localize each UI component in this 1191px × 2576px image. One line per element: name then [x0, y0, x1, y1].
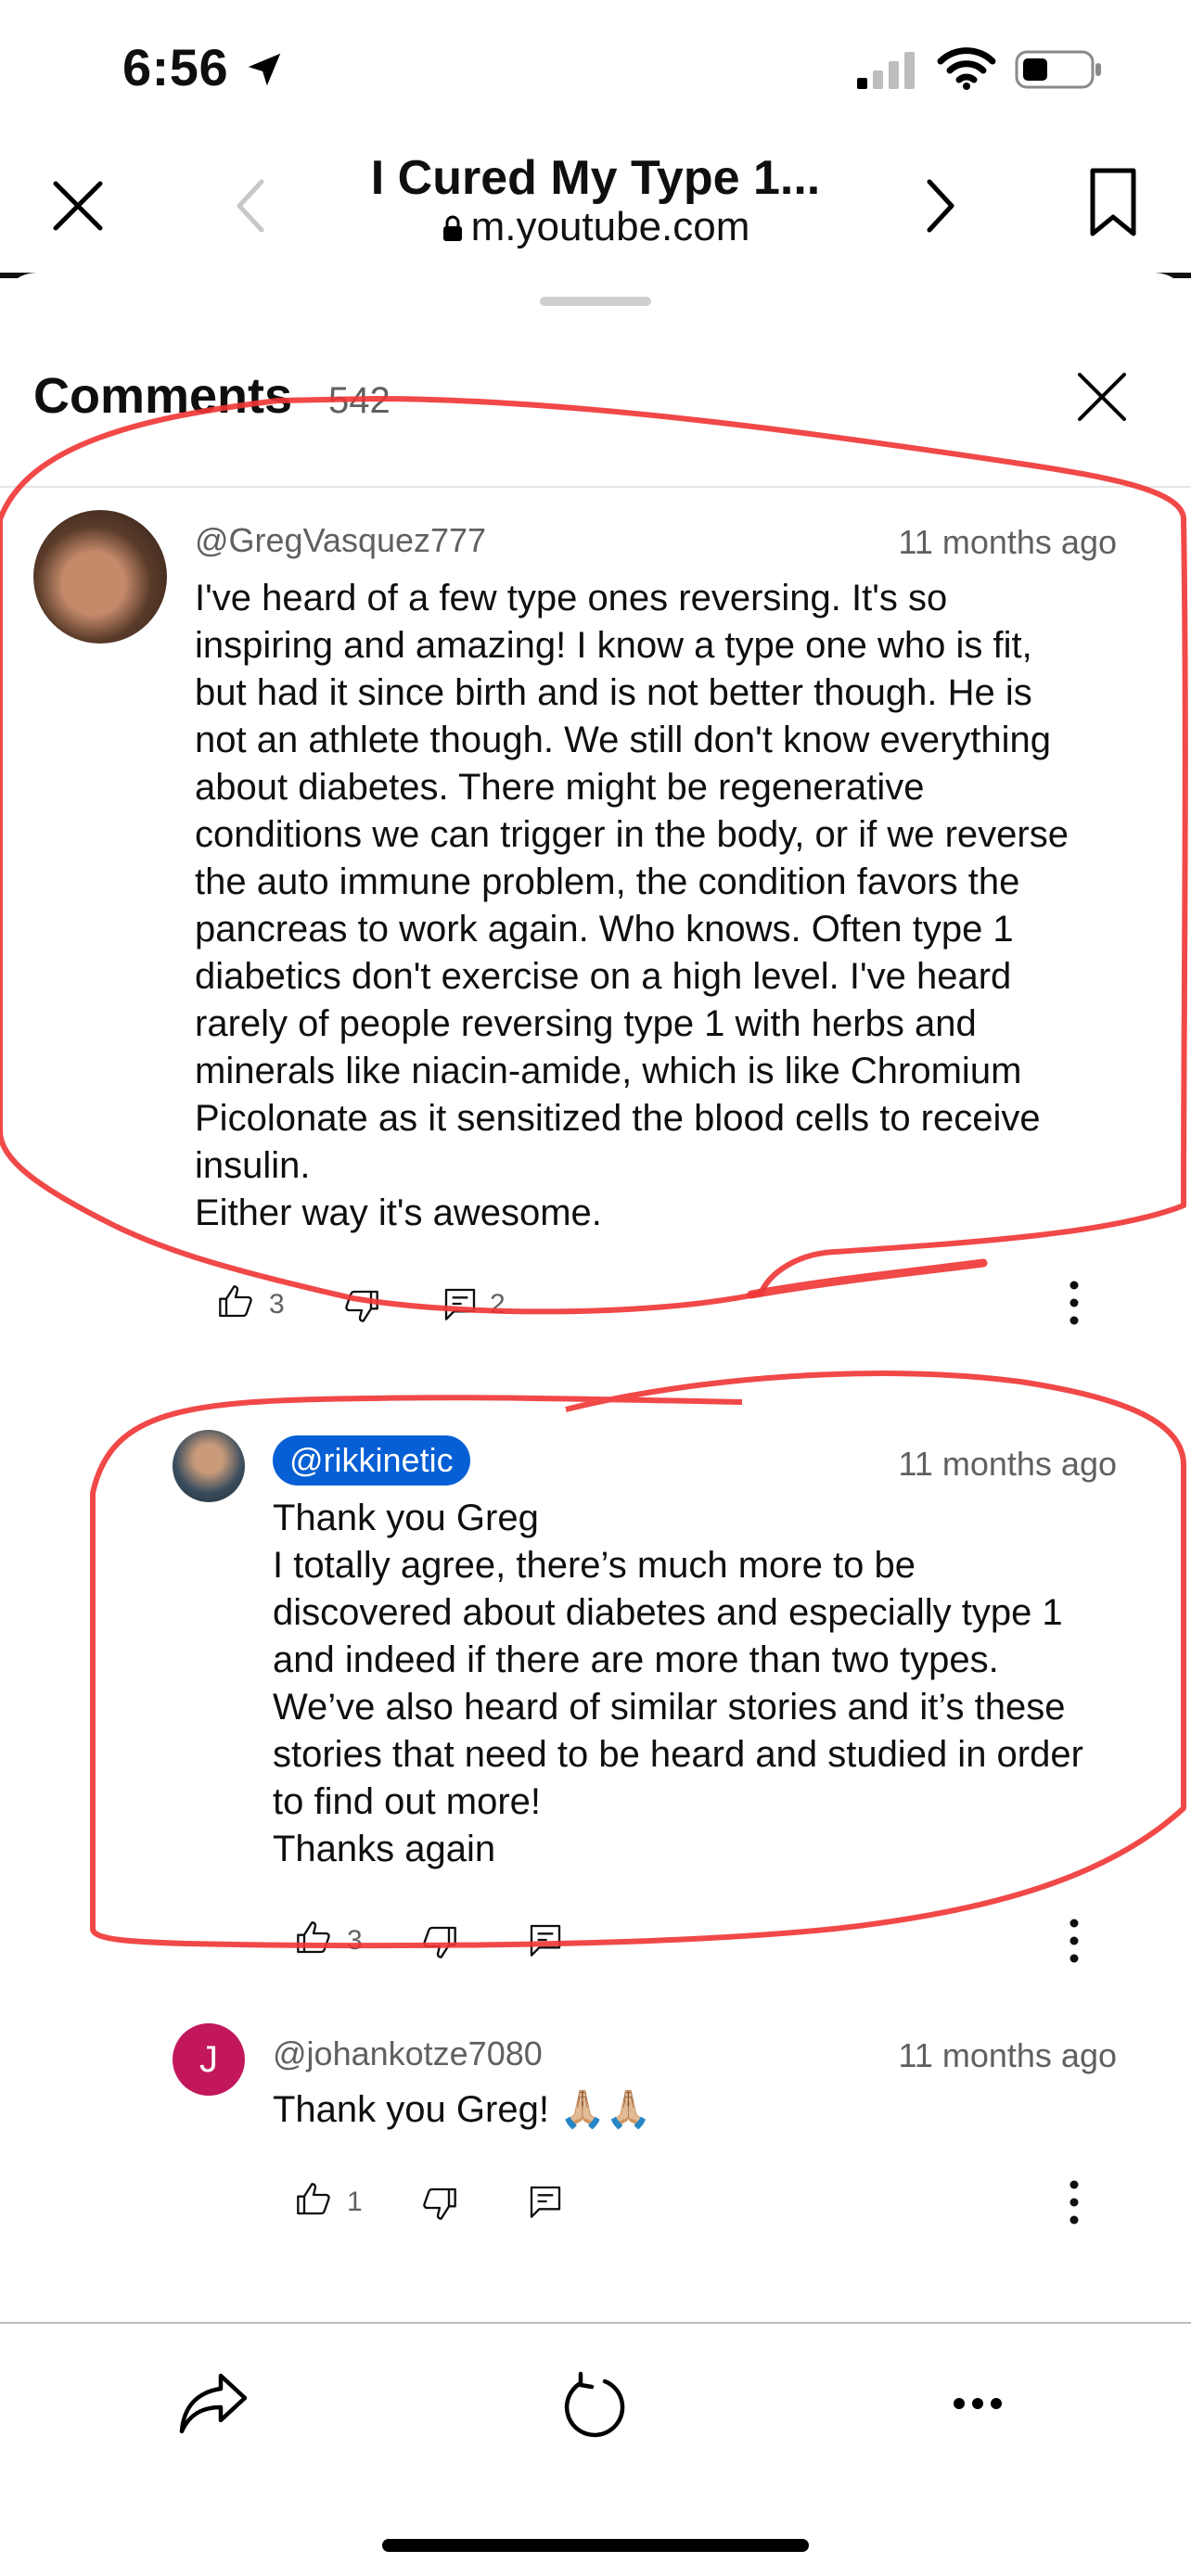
- page-title: I Cured My Type 1...: [370, 151, 821, 205]
- bookmark-icon[interactable]: [1087, 167, 1139, 239]
- location-arrow-icon: [243, 48, 286, 91]
- url-bar[interactable]: m.youtube.com: [278, 204, 913, 250]
- comment-time: 11 months ago: [898, 2036, 1118, 2074]
- comments-title: Comments: [33, 368, 293, 424]
- more-vert-icon[interactable]: [1065, 1280, 1083, 1326]
- dislike-icon[interactable]: [343, 1287, 380, 1324]
- author-chip[interactable]: @rikkinetic: [273, 1435, 470, 1486]
- reload-icon[interactable]: [560, 2370, 627, 2441]
- toolbar-divider: [0, 2322, 1191, 2324]
- home-indicator: [382, 2539, 809, 2552]
- status-time: 6:56: [122, 38, 229, 96]
- close-comments-icon[interactable]: [1072, 367, 1132, 427]
- comment-time: 11 months ago: [898, 1445, 1118, 1483]
- more-vert-icon[interactable]: [1065, 1918, 1083, 1964]
- back-chevron-icon[interactable]: [232, 176, 269, 236]
- battery-icon: [1015, 48, 1104, 91]
- drag-handle[interactable]: [540, 297, 651, 306]
- like-icon[interactable]: [295, 2181, 332, 2218]
- like-icon[interactable]: [217, 1283, 254, 1320]
- dislike-icon[interactable]: [421, 2185, 458, 2222]
- wifi-icon: [937, 46, 996, 91]
- share-icon[interactable]: [176, 2370, 250, 2437]
- comment-author[interactable]: @johankotze7080: [273, 2034, 543, 2073]
- avatar[interactable]: [33, 510, 167, 644]
- header-divider: [0, 486, 1191, 488]
- avatar[interactable]: J: [173, 2023, 245, 2096]
- comment-text: Thank you Greg! 🙏🏼🙏🏼: [273, 2089, 652, 2130]
- dislike-icon[interactable]: [421, 1923, 458, 1960]
- like-count: 3: [347, 1925, 363, 1956]
- signal-icon: [855, 48, 918, 91]
- url-text: m.youtube.com: [470, 204, 750, 249]
- like-icon[interactable]: [295, 1919, 332, 1957]
- reply-icon[interactable]: [442, 1285, 479, 1322]
- reply-icon[interactable]: [527, 2183, 564, 2220]
- forward-chevron-icon[interactable]: [922, 176, 959, 236]
- lock-icon: [442, 215, 464, 243]
- comment-text: Thank you Greg I totally agree, there’s …: [273, 1498, 1083, 1869]
- more-vert-icon[interactable]: [1065, 2179, 1083, 2225]
- comment-author[interactable]: @GregVasquez777: [195, 521, 486, 560]
- comment-time: 11 months ago: [898, 523, 1118, 561]
- like-count: 1: [347, 2187, 363, 2217]
- comments-count: 542: [328, 380, 391, 421]
- close-icon[interactable]: [48, 176, 108, 236]
- more-horiz-icon[interactable]: [952, 2394, 1004, 2413]
- avatar[interactable]: [173, 1430, 245, 1502]
- like-count: 3: [269, 1289, 285, 1320]
- comment-text: I've heard of a few type ones reversing.…: [195, 578, 1069, 1233]
- reply-count[interactable]: 2: [490, 1289, 506, 1320]
- reply-icon[interactable]: [527, 1921, 564, 1958]
